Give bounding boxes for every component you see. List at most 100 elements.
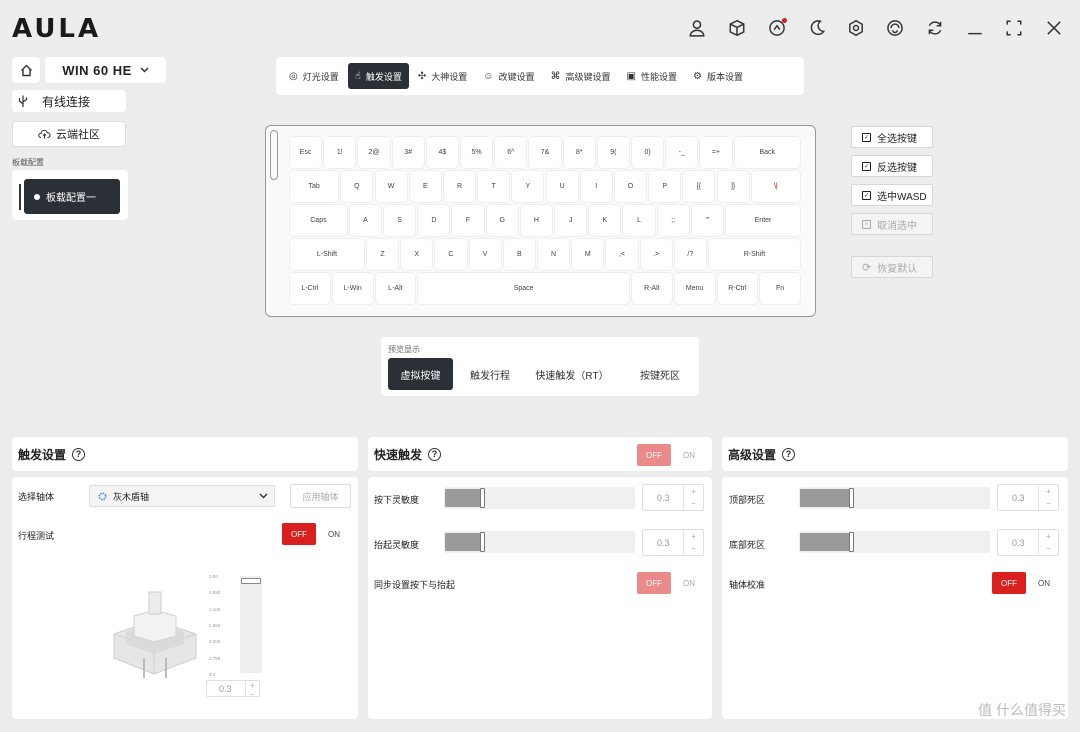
release-sensitivity-slider[interactable]	[444, 531, 635, 553]
travel-thumb[interactable]	[241, 578, 261, 584]
top-deadzone-slider[interactable]	[799, 487, 990, 509]
device-selector[interactable]: WIN 60 HE	[45, 57, 166, 83]
key[interactable]: O	[614, 171, 647, 202]
bottom-deadzone-value-box[interactable]: 0.3 + −	[997, 529, 1059, 556]
key[interactable]: \|	[751, 171, 800, 202]
side-button-4[interactable]: ⟳ 恢复默认	[851, 256, 933, 278]
key[interactable]: Menu	[674, 273, 715, 304]
side-button-0[interactable]: ✓ 全选按键	[851, 126, 933, 148]
key[interactable]: L-Ctrl	[290, 273, 330, 304]
rt-on-button[interactable]: ON	[683, 451, 695, 460]
key[interactable]: J	[555, 205, 587, 236]
tab-3[interactable]: ☺ 改键设置	[476, 63, 541, 89]
preview-option-2[interactable]: 快速触发（RT）	[527, 358, 617, 390]
key[interactable]: =+	[700, 137, 732, 168]
key[interactable]: K	[589, 205, 621, 236]
bottom-deadzone-slider[interactable]	[799, 531, 990, 553]
sync-off-button[interactable]: OFF	[637, 572, 671, 594]
preview-option-0[interactable]: 虚拟按键	[388, 358, 453, 390]
key[interactable]: '"	[691, 205, 724, 236]
refresh-icon[interactable]	[924, 17, 946, 39]
key[interactable]: .>	[640, 239, 672, 270]
key[interactable]: I	[580, 171, 612, 202]
key[interactable]: ;:	[657, 205, 689, 236]
key[interactable]: R	[443, 171, 476, 202]
key[interactable]: 1!	[324, 137, 356, 168]
key[interactable]: [{	[683, 171, 715, 202]
press-sensitivity-slider[interactable]	[444, 487, 635, 509]
side-button-3[interactable]: × 取消选中	[851, 213, 933, 235]
key[interactable]: L	[623, 205, 655, 236]
tab-1[interactable]: ☝ 触发设置	[347, 63, 409, 89]
key[interactable]: 3#	[392, 137, 424, 168]
key[interactable]: Space	[418, 273, 629, 304]
tab-5[interactable]: ▣ 性能设置	[620, 63, 684, 89]
key[interactable]: R-Shift	[708, 239, 800, 270]
key[interactable]: Fn	[760, 273, 800, 304]
tab-0[interactable]: ◎ 灯光设置	[282, 63, 346, 89]
rt-off-button[interactable]: OFF	[637, 444, 671, 466]
key[interactable]: L-Shift	[290, 239, 364, 270]
tab-6[interactable]: ⚙ 版本设置	[686, 63, 750, 89]
profile-item-1[interactable]: 板载配置一	[24, 179, 120, 214]
key[interactable]: 9(	[597, 137, 629, 168]
key[interactable]: P	[649, 171, 681, 202]
top-deadzone-value-box[interactable]: 0.3 + −	[997, 484, 1059, 511]
plus-icon[interactable]: +	[1046, 487, 1051, 496]
key[interactable]: 7&	[529, 137, 561, 168]
slider-thumb[interactable]	[848, 532, 854, 552]
switch-select[interactable]: 灰木盾轴	[89, 485, 275, 507]
key[interactable]: 5%	[461, 137, 493, 168]
key[interactable]: Q	[341, 171, 373, 202]
slider-thumb[interactable]	[480, 488, 486, 508]
key[interactable]: Y	[512, 171, 544, 202]
swirl-icon[interactable]	[884, 17, 906, 39]
key[interactable]: A	[349, 205, 382, 236]
key[interactable]: ]}	[717, 171, 749, 202]
key[interactable]: M	[572, 239, 604, 270]
cloud-community-button[interactable]: 云端社区	[12, 121, 126, 147]
key[interactable]: T	[478, 171, 510, 202]
close-icon[interactable]	[1043, 17, 1065, 39]
help-icon[interactable]: ?	[72, 447, 86, 461]
key[interactable]: C	[435, 239, 467, 270]
minus-icon[interactable]: −	[1046, 544, 1051, 553]
key[interactable]: /?	[674, 239, 706, 270]
key[interactable]: -_	[666, 137, 698, 168]
tab-2[interactable]: ✣ 大神设置	[411, 63, 474, 89]
release-value-box[interactable]: 0.3 + −	[642, 529, 704, 556]
rocket-icon[interactable]	[766, 17, 788, 39]
help-icon[interactable]: ?	[428, 447, 442, 461]
key[interactable]: Caps	[290, 205, 347, 236]
key[interactable]: U	[546, 171, 578, 202]
key[interactable]: G	[486, 205, 518, 236]
key[interactable]: Z	[366, 239, 399, 270]
key[interactable]: B	[503, 239, 535, 270]
sync-on-button[interactable]: ON	[683, 579, 695, 588]
travel-test-on-button[interactable]: ON	[328, 530, 340, 539]
maximize-icon[interactable]	[1003, 17, 1025, 39]
moon-icon[interactable]	[806, 17, 828, 39]
key[interactable]: X	[401, 239, 433, 270]
key[interactable]: E	[409, 171, 441, 202]
key[interactable]: R-Ctrl	[717, 273, 758, 304]
key[interactable]: Tab	[290, 171, 339, 202]
key[interactable]: D	[418, 205, 450, 236]
key[interactable]: V	[469, 239, 501, 270]
minus-icon[interactable]: −	[1046, 499, 1051, 508]
user-icon[interactable]	[686, 17, 708, 39]
key[interactable]: ,<	[606, 239, 638, 270]
key[interactable]: 6^	[495, 137, 527, 168]
settings-hex-icon[interactable]	[845, 17, 867, 39]
travel-value-box[interactable]: 0.3 + −	[206, 680, 260, 699]
side-button-2[interactable]: ✓ 选中WASD	[851, 184, 933, 206]
minus-icon[interactable]: −	[250, 690, 255, 699]
tab-4[interactable]: ⌘ 高级键设置	[544, 63, 618, 89]
plus-icon[interactable]: +	[691, 487, 696, 496]
apply-switch-button[interactable]: 应用轴体	[290, 484, 351, 508]
key[interactable]: Esc	[290, 137, 322, 168]
cube-icon[interactable]	[726, 17, 748, 39]
key[interactable]: H	[520, 205, 553, 236]
travel-test-off-button[interactable]: OFF	[282, 523, 316, 545]
plus-icon[interactable]: +	[691, 532, 696, 541]
